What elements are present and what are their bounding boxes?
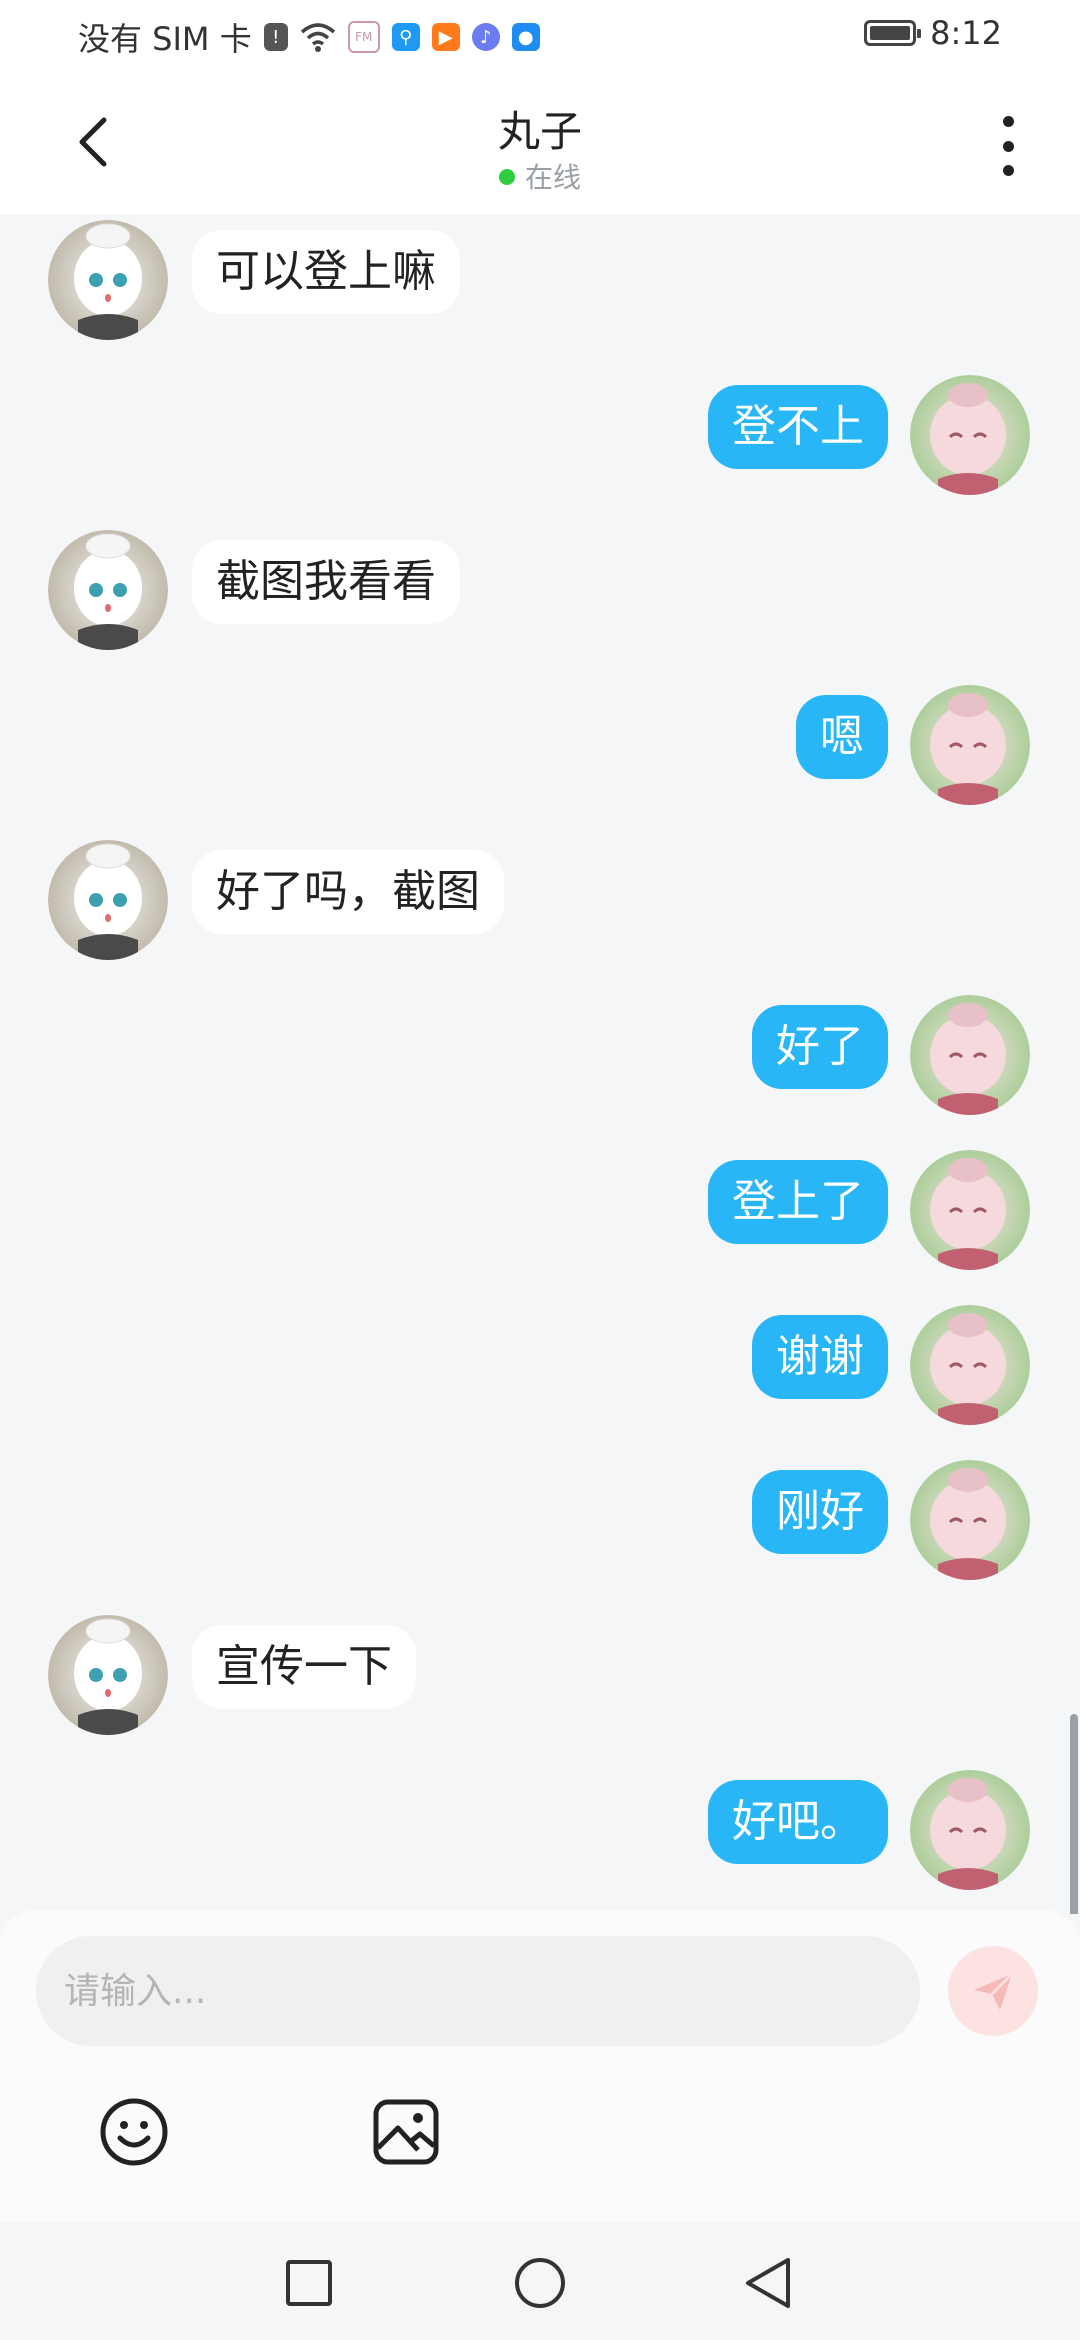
image-button[interactable] — [370, 2096, 442, 2168]
outgoing-message[interactable]: 好吧。 — [708, 1780, 888, 1864]
self-avatar[interactable] — [910, 685, 1030, 805]
recents-button[interactable] — [274, 2248, 344, 2318]
outgoing-message[interactable]: 谢谢 — [752, 1315, 888, 1399]
message-row: 谢谢 — [0, 1305, 1080, 1435]
outgoing-message[interactable]: 嗯 — [796, 695, 888, 779]
online-status: 在线 — [0, 156, 1080, 196]
contact-avatar[interactable] — [48, 220, 168, 340]
incoming-message[interactable]: 宣传一下 — [192, 1625, 416, 1709]
message-row: 登不上 — [0, 375, 1080, 505]
message-row: 刚好 — [0, 1460, 1080, 1590]
status-left: 没有 SIM 卡 ! FM ⚲ ▶ ♪ ● — [78, 14, 540, 60]
message-row: 嗯 — [0, 685, 1080, 815]
send-icon — [974, 1972, 1014, 2010]
scrollbar[interactable] — [1070, 1714, 1078, 1914]
chat-header: 丸子 在线 — [0, 72, 1080, 214]
wifi-icon — [300, 23, 335, 52]
self-avatar[interactable] — [910, 1150, 1030, 1270]
message-row: 登上了 — [0, 1150, 1080, 1280]
contact-avatar[interactable] — [48, 840, 168, 960]
message-row: 好了吗，截图 — [0, 840, 1080, 970]
carrier-label: 没有 SIM 卡 — [78, 20, 252, 58]
message-row: 好了 — [0, 995, 1080, 1125]
self-avatar[interactable] — [910, 375, 1030, 495]
clock: 8:12 — [930, 14, 1002, 52]
incoming-message[interactable]: 截图我看看 — [192, 540, 460, 624]
search-app-icon: ⚲ — [391, 23, 420, 51]
contact-name: 丸子 — [497, 107, 582, 156]
outgoing-message[interactable]: 好了 — [752, 1005, 888, 1089]
chat-app-icon: ● — [511, 23, 540, 51]
home-button[interactable] — [505, 2248, 575, 2318]
outgoing-message[interactable]: 刚好 — [752, 1470, 888, 1554]
sim-alert-icon: ! — [263, 23, 288, 51]
circle-icon — [515, 2258, 565, 2308]
triangle-back-icon — [746, 2258, 790, 2308]
video-app-icon: ▶ — [431, 23, 460, 51]
more-options-button[interactable] — [988, 116, 1028, 176]
battery-icon — [864, 20, 922, 46]
message-row: 截图我看看 — [0, 530, 1080, 660]
self-avatar[interactable] — [910, 1460, 1030, 1580]
self-avatar[interactable] — [910, 995, 1030, 1115]
system-nav-bar — [0, 2222, 1080, 2340]
outgoing-message[interactable]: 登上了 — [708, 1160, 888, 1244]
status-bar: 没有 SIM 卡 ! FM ⚲ ▶ ♪ ● 8:12 — [0, 0, 1080, 72]
message-row: 好吧。 — [0, 1770, 1080, 1900]
image-icon — [373, 2099, 439, 2165]
emoji-button[interactable] — [98, 2096, 170, 2168]
message-input[interactable] — [36, 1936, 920, 2046]
contact-avatar[interactable] — [48, 530, 168, 650]
music-app-icon: ♪ — [471, 23, 500, 51]
message-row: 宣传一下 — [0, 1615, 1080, 1745]
message-row: 可以登上嘛 — [0, 220, 1080, 350]
send-button[interactable] — [948, 1946, 1038, 2036]
incoming-message[interactable]: 好了吗，截图 — [192, 850, 504, 934]
emoji-icon — [100, 2098, 168, 2166]
outgoing-message[interactable]: 登不上 — [708, 385, 888, 469]
square-icon — [286, 2260, 332, 2306]
more-vertical-icon — [1002, 116, 1014, 127]
status-right: 8:12 — [864, 14, 1002, 52]
self-avatar[interactable] — [910, 1770, 1030, 1890]
self-avatar[interactable] — [910, 1305, 1030, 1425]
online-dot — [498, 169, 515, 185]
message-list[interactable]: 可以登上嘛 登不上 截图我看看 嗯 好了吗，截图 好了 登上了 谢谢 刚好 宣传… — [0, 214, 1080, 1914]
composer-panel — [0, 1910, 1080, 2222]
online-status-label: 在线 — [524, 161, 581, 194]
fm-icon: FM — [347, 21, 380, 53]
incoming-message[interactable]: 可以登上嘛 — [192, 230, 460, 314]
back-nav-button[interactable] — [734, 2248, 804, 2318]
contact-avatar[interactable] — [48, 1615, 168, 1735]
